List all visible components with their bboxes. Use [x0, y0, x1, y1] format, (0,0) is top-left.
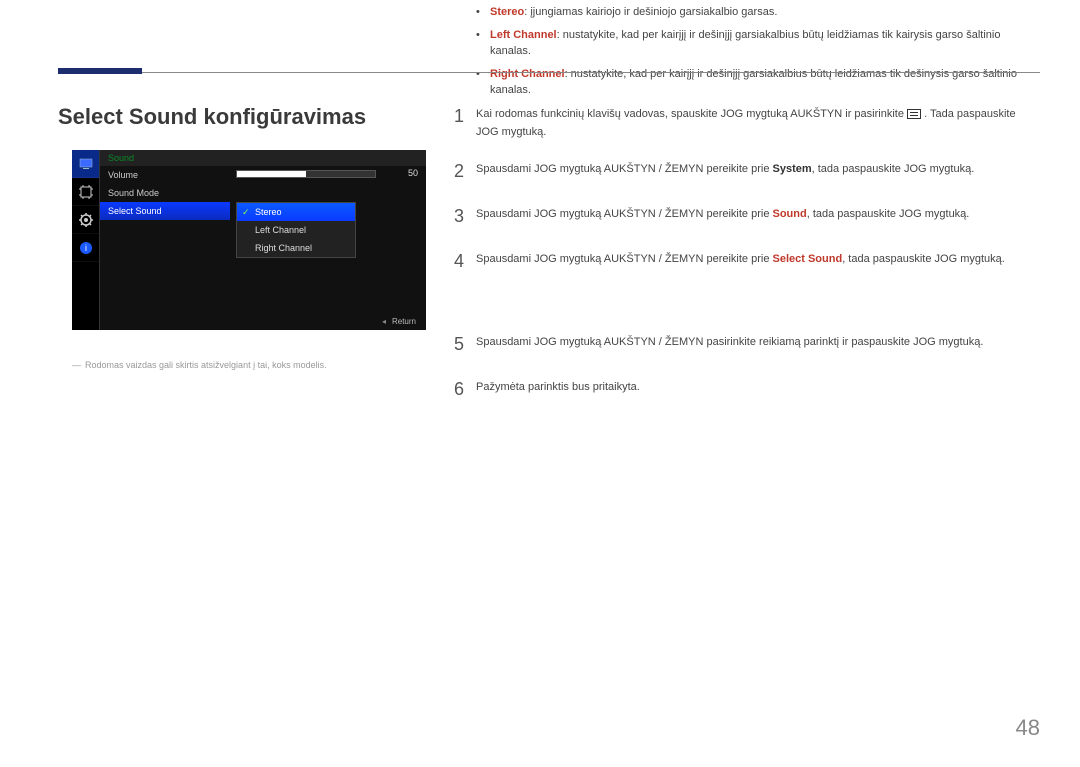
- osd-tab-screen-icon[interactable]: [72, 178, 99, 206]
- menu-icon: [907, 109, 921, 119]
- steps-list: 1 Kai rodomas funkcinių klavišų vadovas,…: [454, 102, 1040, 292]
- select-sound-dropdown: Stereo Left Channel Right Channel: [236, 202, 356, 258]
- bullet-dot-icon: •: [476, 66, 490, 99]
- bullet-stereo: • Stereo: įjungiamas kairiojo ir dešinio…: [476, 4, 1036, 21]
- bullet-label: Left Channel: [490, 29, 557, 41]
- header-rule-accent: [58, 68, 142, 74]
- osd-tab-picture-icon[interactable]: [72, 150, 99, 178]
- step-5: 5 Spausdami JOG mygtuką AUKŠTYN / ŽEMYN …: [454, 330, 1040, 359]
- keyword-select-sound: Select Sound: [773, 253, 843, 265]
- bullet-label: Stereo: [490, 6, 524, 18]
- osd-value-column: 50 Stereo Left Channel Right Channel: [230, 166, 426, 330]
- osd-tab-settings-icon[interactable]: [72, 206, 99, 234]
- osd-return[interactable]: Return: [382, 317, 416, 326]
- option-right-channel[interactable]: Right Channel: [237, 239, 355, 257]
- bullet-dot-icon: •: [476, 4, 490, 21]
- step-body: Spausdami JOG mygtuką AUKŠTYN / ŽEMYN pa…: [476, 330, 1040, 359]
- step-2: 2 Spausdami JOG mygtuką AUKŠTYN / ŽEMYN …: [454, 157, 1040, 186]
- step-body: Spausdami JOG mygtuką AUKŠTYN / ŽEMYN pe…: [476, 202, 1040, 231]
- keyword-sound: Sound: [773, 208, 807, 220]
- bullet-left: • Left Channel: nustatykite, kad per kai…: [476, 27, 1036, 60]
- bullet-right: • Right Channel: nustatykite, kad per ka…: [476, 66, 1036, 99]
- osd-sidebar: i: [72, 150, 100, 330]
- bullet-dot-icon: •: [476, 27, 490, 60]
- volume-value: 50: [408, 168, 418, 178]
- header-rule: [58, 72, 1040, 73]
- keyword-system: System: [773, 163, 812, 175]
- osd-disclaimer: ―Rodomas vaizdas gali skirtis atsižvelgi…: [72, 360, 327, 370]
- step-body: Pažymėta parinktis bus pritaikyta.: [476, 375, 1040, 404]
- osd-row-select-sound[interactable]: Select Sound: [100, 202, 230, 220]
- step-number: 5: [454, 330, 476, 359]
- page-number: 48: [1016, 715, 1040, 741]
- step-1: 1 Kai rodomas funkcinių klavišų vadovas,…: [454, 102, 1040, 141]
- option-left-channel[interactable]: Left Channel: [237, 221, 355, 239]
- step-body: Kai rodomas funkcinių klavišų vadovas, s…: [476, 102, 1040, 141]
- osd-row-sound-mode[interactable]: Sound Mode: [100, 184, 230, 202]
- volume-slider[interactable]: [236, 170, 376, 178]
- step-body: Spausdami JOG mygtuką AUKŠTYN / ŽEMYN pe…: [476, 157, 1040, 186]
- bullet-text: : nustatykite, kad per kairįjį ir dešinį…: [490, 29, 1000, 58]
- step-text: Spausdami JOG mygtuką AUKŠTYN / ŽEMYN pe…: [476, 163, 773, 175]
- page-title: Select Sound konfigūravimas: [58, 104, 366, 130]
- step-text: , tada paspauskite JOG mygtuką.: [807, 208, 970, 220]
- step-number: 1: [454, 102, 476, 141]
- osd-menu-column: Volume Sound Mode Select Sound: [100, 166, 230, 330]
- bullet-text: : įjungiamas kairiojo ir dešiniojo garsi…: [524, 6, 777, 18]
- step-number: 3: [454, 202, 476, 231]
- step-number: 4: [454, 247, 476, 276]
- bullet-label: Right Channel: [490, 68, 565, 80]
- osd-row-volume[interactable]: Volume: [100, 166, 230, 184]
- osd-header: Sound: [100, 150, 426, 166]
- step-6: 6 Pažymėta parinktis bus pritaikyta.: [454, 375, 1040, 404]
- step-text: Kai rodomas funkcinių klavišų vadovas, s…: [476, 108, 907, 120]
- svg-text:i: i: [85, 243, 87, 253]
- step-text: Spausdami JOG mygtuką AUKŠTYN / ŽEMYN pe…: [476, 253, 773, 265]
- step-number: 6: [454, 375, 476, 404]
- step-text: , tada paspauskite JOG mygtuką.: [812, 163, 975, 175]
- step-4: 4 Spausdami JOG mygtuką AUKŠTYN / ŽEMYN …: [454, 247, 1040, 276]
- step-number: 2: [454, 157, 476, 186]
- osd-tab-info-icon[interactable]: i: [72, 234, 99, 262]
- bullet-list: • Stereo: įjungiamas kairiojo ir dešinio…: [476, 4, 1036, 99]
- step-body: Spausdami JOG mygtuką AUKŠTYN / ŽEMYN pe…: [476, 247, 1040, 276]
- step-3: 3 Spausdami JOG mygtuką AUKŠTYN / ŽEMYN …: [454, 202, 1040, 231]
- osd-main: Sound Volume Sound Mode Select Sound 50 …: [100, 150, 426, 330]
- osd-disclaimer-text: Rodomas vaizdas gali skirtis atsižvelgia…: [85, 360, 327, 370]
- step-text: Spausdami JOG mygtuką AUKŠTYN / ŽEMYN pe…: [476, 208, 773, 220]
- osd-panel: i Sound Volume Sound Mode Select Sound 5…: [72, 150, 426, 330]
- steps-list-cont: 5 Spausdami JOG mygtuką AUKŠTYN / ŽEMYN …: [454, 330, 1040, 420]
- step-text: , tada paspauskite JOG mygtuką.: [842, 253, 1005, 265]
- osd-body: Volume Sound Mode Select Sound 50 Stereo…: [100, 166, 426, 330]
- option-stereo[interactable]: Stereo: [237, 203, 355, 221]
